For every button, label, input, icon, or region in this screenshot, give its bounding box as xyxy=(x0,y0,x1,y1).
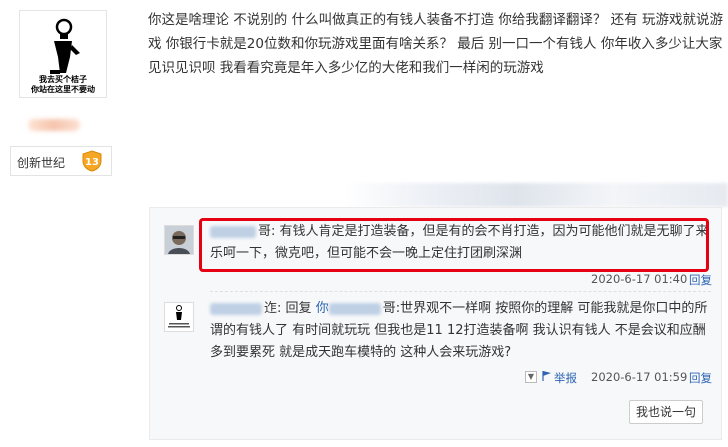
reply1-reply-link[interactable]: 回复 xyxy=(689,272,712,288)
reply1-avatar[interactable] xyxy=(164,225,194,255)
reply2-body: 迮: 回复 你哥:世界观不一样啊 按照你的理解 可能我就是你口中的所谓的有钱人了… xyxy=(210,301,708,360)
reply2-reply-word: 回复 xyxy=(285,301,312,316)
level-shield-icon: 13 xyxy=(82,150,102,172)
level-number: 13 xyxy=(85,157,99,168)
reply2-dropdown[interactable]: ▼ xyxy=(525,371,537,383)
username-blurred[interactable] xyxy=(28,119,80,131)
reply2-name-tail[interactable]: 迮 xyxy=(264,301,277,316)
comment-button[interactable]: 我也说一句 xyxy=(629,400,703,424)
reply2-reply-link[interactable]: 回复 xyxy=(689,370,712,386)
reply1-photo-icon xyxy=(165,226,193,254)
forum-badge[interactable]: 创新世纪 13 xyxy=(10,146,112,176)
avatar-figure-icon xyxy=(50,18,80,74)
reply2-report-link[interactable]: 举报 xyxy=(554,370,577,386)
reply1-time: 2020-6-17 01:40 xyxy=(591,272,688,286)
reply2-figure-icon xyxy=(165,303,193,331)
forum-name: 创新世纪 xyxy=(17,156,66,170)
user-avatar[interactable]: 我去买个桔子 你站在这里不要动 xyxy=(19,10,107,98)
reply2-avatar[interactable] xyxy=(164,302,194,332)
reply2-target-tail[interactable]: 哥 xyxy=(383,301,396,316)
reply-separator xyxy=(210,291,711,293)
blurred-strip xyxy=(345,183,728,207)
reply2-target-head[interactable]: 你 xyxy=(316,301,329,316)
report-flag-icon xyxy=(542,371,551,381)
left-user-panel: 我去买个桔子 你站在这里不要动 创新世纪 13 xyxy=(0,0,130,447)
avatar-caption-2: 你站在这里不要动 xyxy=(31,85,95,94)
avatar-caption-1: 我去买个桔子 xyxy=(39,75,87,84)
reply2-time: 2020-6-17 01:59 xyxy=(591,370,688,384)
reply2-username-blurred[interactable] xyxy=(210,302,262,315)
reply2-target-blurred[interactable] xyxy=(328,302,381,315)
chevron-down-icon: ▼ xyxy=(527,372,535,381)
post-content: 你这是啥理论 不说别的 什么叫做真正的有钱人装备不打造 你给我翻译翻译？ 还有 … xyxy=(148,12,723,76)
highlight-box xyxy=(199,218,709,272)
